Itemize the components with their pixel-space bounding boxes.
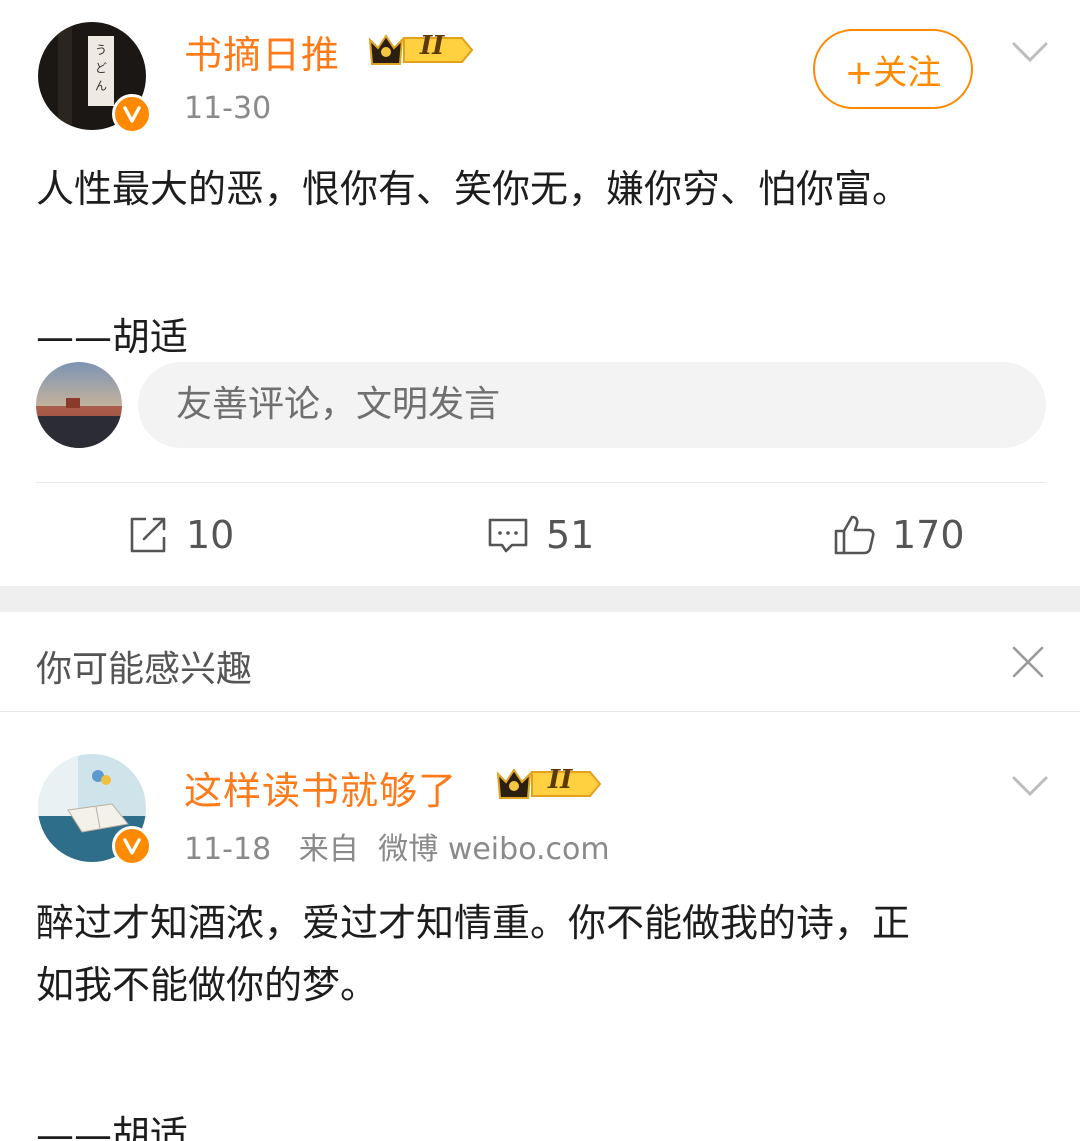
comment-button[interactable]: 51 <box>486 510 594 560</box>
like-icon <box>834 515 875 555</box>
chevron-down-icon[interactable] <box>1010 36 1050 66</box>
verified-v-icon <box>112 94 152 134</box>
post-date: 11-18 <box>184 832 272 867</box>
post-card: 这样读书就够了 II 11-18 来自 微博 weibo.com 醉过才知酒浓，… <box>0 712 1080 1141</box>
username[interactable]: 书摘日推 <box>184 24 340 79</box>
post-meta: 11-18 来自 微博 weibo.com <box>184 824 628 868</box>
content-line: 醉过才知酒浓，爱过才知情重。你不能做我的诗，正 <box>36 901 911 945</box>
my-avatar <box>36 362 122 448</box>
svg-text:ど: ど <box>95 61 107 75</box>
comment-icon <box>488 518 528 553</box>
divider <box>36 482 1046 483</box>
like-button[interactable]: 170 <box>832 510 965 560</box>
like-count: 170 <box>892 513 965 557</box>
svg-text:ん: ん <box>95 79 107 93</box>
chevron-down-icon[interactable] <box>1010 770 1050 800</box>
level-badge: II <box>420 31 445 61</box>
username[interactable]: 这样读书就够了 <box>184 760 457 815</box>
section-gap <box>0 586 1080 612</box>
comment-row: 友善评论，文明发言 <box>36 362 1046 448</box>
interest-title: 你可能感兴趣 <box>36 649 253 690</box>
post-source[interactable]: 微博 weibo.com <box>378 832 609 867</box>
comment-count: 51 <box>546 513 595 557</box>
post-content: 醉过才知酒浓，爱过才知情重。你不能做我的诗，正 如我不能做你的梦。 ——胡适 <box>36 892 1046 1141</box>
source-prefix: 来自 <box>298 832 359 867</box>
content-signature: ——胡适 <box>36 315 189 359</box>
repost-button[interactable]: 10 <box>126 510 234 560</box>
post-content: 人性最大的恶，恨你有、笑你无，嫌你穷、怕你富。 ——胡适 <box>36 158 1046 368</box>
follow-button[interactable]: +关注 <box>813 29 973 109</box>
repost-icon <box>130 517 166 553</box>
svg-text:う: う <box>95 43 107 57</box>
content-signature: ——胡适 <box>36 1113 189 1141</box>
content-line: 人性最大的恶，恨你有、笑你无，嫌你穷、怕你富。 <box>36 167 911 211</box>
content-line: 如我不能做你的梦。 <box>36 963 379 1007</box>
close-icon[interactable] <box>1010 644 1046 680</box>
repost-count: 10 <box>186 513 235 557</box>
post-date: 11-30 <box>184 91 272 126</box>
verified-v-icon <box>112 826 152 866</box>
interest-header: 你可能感兴趣 <box>0 612 1080 712</box>
comment-input[interactable]: 友善评论，文明发言 <box>138 362 1046 448</box>
level-badge: II <box>548 765 573 795</box>
post-card: う ど ん 书摘日推 II 11-30 +关注 人性最大的恶，恨你有、笑你无，嫌… <box>0 0 1080 586</box>
content-line <box>36 220 1046 282</box>
